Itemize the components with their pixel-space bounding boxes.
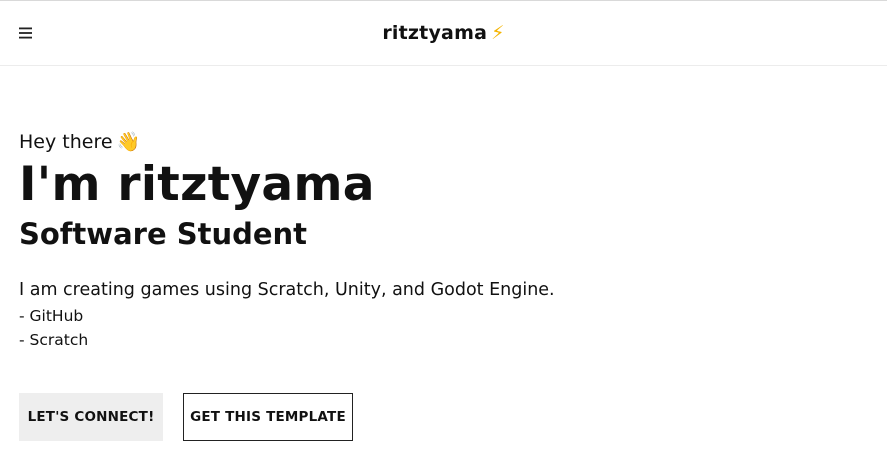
action-buttons: LET'S CONNECT! GET THIS TEMPLATE [19, 393, 353, 441]
subtitle-role: Software Student [19, 217, 308, 251]
brand-name: ritztyama [382, 22, 488, 44]
page-title: I'm ritztyama [19, 157, 375, 212]
top-navigation-bar: ritztyama ⚡ [0, 0, 887, 66]
description: I am creating games using Scratch, Unity… [19, 280, 555, 300]
profile-links: - GitHub - Scratch [19, 304, 859, 352]
greeting-text: Hey there [19, 131, 113, 153]
waving-hand-icon: 👋 [116, 131, 141, 153]
link-scratch[interactable]: - Scratch [19, 328, 859, 352]
lightning-bolt-icon: ⚡ [491, 22, 505, 44]
lets-connect-button[interactable]: LET'S CONNECT! [19, 393, 163, 441]
site-brand[interactable]: ritztyama ⚡ [0, 20, 887, 46]
hero-section: Hey there 👋 I'm ritztyama Software Studen… [19, 128, 859, 352]
link-github[interactable]: - GitHub [19, 304, 859, 328]
greeting: Hey there 👋 [19, 128, 859, 156]
get-template-button[interactable]: GET THIS TEMPLATE [183, 393, 353, 441]
